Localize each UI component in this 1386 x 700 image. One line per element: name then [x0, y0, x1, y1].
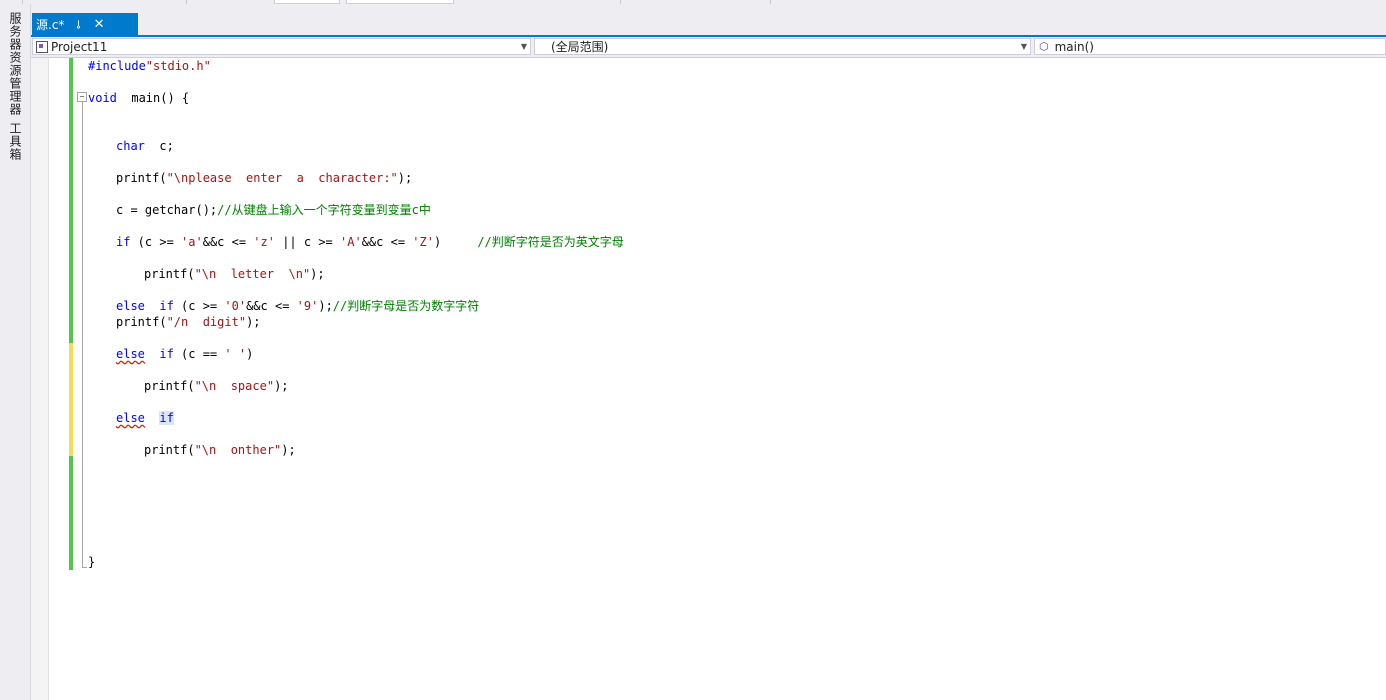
code-editor[interactable]: − #include"stdio.h" void main() { char c; p…: [31, 58, 1386, 700]
pin-icon[interactable]: ⊸: [73, 19, 86, 28]
code-token: ): [433, 235, 478, 249]
code-token: printf(: [116, 171, 167, 185]
member-value: main(): [1054, 39, 1094, 54]
code-line[interactable]: c = getchar();//从键盘上输入一个字符变量到变量c中: [116, 202, 431, 218]
code-token: else: [116, 347, 145, 361]
code-line[interactable]: else if (c == ' '): [116, 346, 253, 362]
code-token: "\n letter \n": [194, 267, 311, 281]
code-token: if: [159, 299, 174, 313]
code-line[interactable]: #include"stdio.h": [88, 58, 211, 74]
navigation-bar: Project11 ▼ (全局范围) ▼ ⬡ main(): [31, 37, 1386, 58]
code-token: printf(: [116, 315, 167, 329]
code-token: );: [397, 171, 413, 185]
code-token: (c ==: [173, 347, 225, 361]
project-dropdown[interactable]: Project11 ▼: [32, 38, 531, 55]
project-name: Project11: [51, 39, 108, 54]
code-token: &&c <=: [202, 235, 254, 249]
code-token: 'z': [253, 235, 275, 249]
code-token: );: [274, 379, 289, 393]
toolbox-tab[interactable]: 工具箱: [7, 122, 24, 161]
code-token: "/n digit": [166, 315, 247, 329]
code-token: printf(: [144, 379, 195, 393]
code-token: printf(: [144, 443, 195, 457]
code-token: printf(: [144, 267, 195, 281]
change-indicator-unsaved: [69, 343, 73, 456]
change-indicator-saved: [69, 58, 73, 343]
code-line[interactable]: else if (c >= '0'&&c <= '9');//判断字母是否为数字…: [116, 298, 479, 314]
code-line[interactable]: else if: [116, 410, 174, 426]
code-text-area[interactable]: #include"stdio.h" void main() { char c; pri…: [88, 58, 1386, 700]
side-tool-strip: 服务器资源管理器 工具箱: [0, 4, 31, 700]
member-dropdown[interactable]: ⬡ main(): [1034, 38, 1386, 55]
code-token: void: [88, 91, 117, 105]
code-line[interactable]: printf("\nplease enter a character:");: [116, 170, 412, 186]
code-token: );: [318, 299, 333, 313]
code-token: ): [246, 347, 254, 361]
code-token: c = getchar();: [116, 203, 218, 217]
code-token: //从键盘上输入一个字符变量到变量c中: [217, 203, 431, 217]
document-tab-bar: 源.c* ⊸ ✕: [31, 4, 1386, 35]
code-token: (c >=: [130, 235, 182, 249]
code-token: main() {: [116, 91, 190, 105]
code-line[interactable]: printf("\n onther");: [144, 442, 296, 458]
code-token: if: [159, 347, 174, 361]
code-token: (c >=: [173, 299, 225, 313]
code-token: );: [281, 443, 296, 457]
code-token: );: [246, 315, 261, 329]
function-cube-icon: ⬡: [1039, 40, 1049, 53]
project-icon: [36, 40, 48, 53]
scope-dropdown[interactable]: (全局范围) ▼: [534, 38, 1031, 55]
code-token: c;: [144, 139, 174, 153]
code-token: ' ': [224, 347, 247, 361]
close-icon[interactable]: ✕: [94, 17, 105, 32]
code-token: #include: [88, 59, 146, 73]
code-line[interactable]: }: [88, 554, 95, 570]
code-token: char: [116, 139, 145, 153]
document-tab-source-c[interactable]: 源.c* ⊸ ✕: [32, 13, 138, 35]
code-token: '9': [296, 299, 319, 313]
outline-end: [82, 567, 87, 568]
code-line[interactable]: printf("/n digit");: [116, 314, 261, 330]
code-token: );: [310, 267, 325, 281]
change-indicator-saved: [69, 456, 73, 570]
tab-title: 源.c*: [36, 17, 65, 32]
code-token: &&c <=: [361, 235, 413, 249]
code-token: "\nplease enter a character:": [166, 171, 398, 185]
code-line[interactable]: if (c >= 'a'&&c <= 'z' || c >= 'A'&&c <=…: [116, 234, 624, 250]
code-line[interactable]: void main() {: [88, 90, 189, 106]
collapse-toggle-icon[interactable]: −: [77, 92, 87, 102]
code-token: || c >=: [274, 235, 341, 249]
code-token: //判断字符是否为英文字母: [477, 235, 624, 249]
server-explorer-tab[interactable]: 服务器资源管理器: [7, 12, 24, 116]
editor-gutter: [31, 58, 49, 700]
code-line[interactable]: char c;: [116, 138, 174, 154]
code-token: 'Z': [412, 235, 434, 249]
code-token: if: [116, 235, 131, 249]
code-token: "stdio.h": [145, 59, 211, 73]
code-token: else: [116, 299, 145, 313]
outline-rail: [82, 102, 83, 568]
code-token: }: [88, 555, 96, 569]
code-token: "\n space": [194, 379, 275, 393]
code-token: 'A': [340, 235, 362, 249]
code-token: &&c <=: [246, 299, 297, 313]
code-token: "\n onther": [194, 443, 282, 457]
code-token: else: [116, 411, 145, 425]
code-line[interactable]: printf("\n space");: [144, 378, 289, 394]
code-token: //判断字母是否为数字字符: [332, 299, 480, 313]
chevron-down-icon: ▼: [520, 42, 527, 51]
code-token: if: [159, 411, 174, 425]
chevron-down-icon: ▼: [1020, 42, 1027, 51]
code-token: 'a': [181, 235, 203, 249]
scope-value: (全局范围): [551, 40, 609, 54]
code-line[interactable]: printf("\n letter \n");: [144, 266, 325, 282]
code-token: '0': [224, 299, 247, 313]
